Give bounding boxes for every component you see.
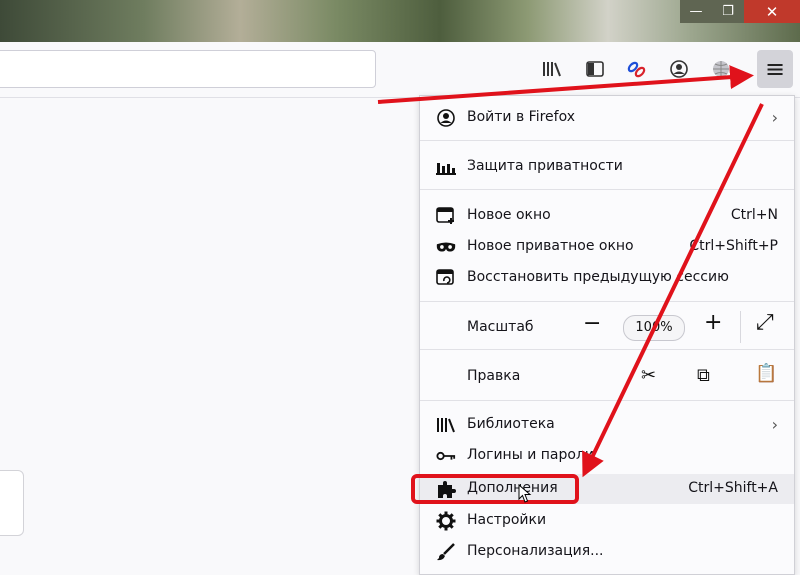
key-icon (436, 447, 456, 465)
content-card (0, 470, 24, 536)
menu-item-privacy-protection[interactable]: Защита приватности (420, 152, 794, 182)
sidebar-icon[interactable] (584, 58, 606, 80)
menu-item-settings[interactable]: Настройки (420, 506, 794, 536)
chevron-right-icon: › (771, 415, 778, 434)
menu-item-shortcut: Ctrl+N (730, 207, 778, 223)
library-icon[interactable] (541, 58, 563, 80)
zoom-in-button[interactable]: + (704, 310, 722, 335)
menu-separator (420, 400, 794, 401)
account-icon[interactable] (668, 58, 690, 80)
maximize-button[interactable]: ❐ (712, 0, 744, 23)
menu-item-new-private-window[interactable]: Новое приватное окно Ctrl+Shift+P (420, 232, 794, 262)
zoom-row: Масштаб (420, 313, 794, 343)
close-button[interactable]: ✕ (744, 0, 800, 23)
cut-button[interactable]: ✂ (641, 365, 656, 386)
account-icon (436, 109, 456, 127)
menu-item-label: Новое приватное окно (467, 238, 634, 254)
menu-item-label: Библиотека (467, 416, 555, 432)
globe-icon[interactable] (710, 58, 732, 80)
title-bar: — ❐ ✕ (0, 0, 800, 42)
menu-item-label: Защита приватности (467, 158, 623, 174)
copy-button[interactable]: ⧉ (697, 365, 710, 386)
gear-icon (436, 511, 456, 531)
menu-item-shortcut: Ctrl+Shift+A (688, 480, 778, 496)
minimize-button[interactable]: — (680, 0, 712, 23)
zoom-reset-button[interactable]: 100% (623, 315, 685, 341)
restore-session-icon (436, 269, 456, 287)
chevron-right-icon: › (771, 108, 778, 127)
menu-item-restore-session[interactable]: Восстановить предыдущую сессию (420, 263, 794, 293)
brush-icon (436, 543, 456, 561)
menu-item-label: Персонализация... (467, 543, 604, 559)
menu-item-label: Войти в Firefox (467, 109, 576, 125)
menu-item-label: Новое окно (467, 207, 551, 223)
menu-separator (420, 189, 794, 190)
edit-row: Правка (420, 362, 794, 392)
library-icon (436, 416, 456, 434)
open-menu-button[interactable]: ≡ (757, 50, 793, 88)
menu-item-sign-in[interactable]: Войти в Firefox › (420, 103, 794, 133)
link-icon[interactable] (626, 58, 648, 80)
edit-label: Правка (467, 368, 521, 384)
menu-item-label: Логины и пароли (467, 447, 594, 463)
menu-item-library[interactable]: Библиотека › (420, 410, 794, 440)
zoom-out-button[interactable]: − (583, 311, 601, 336)
mouse-cursor-icon (518, 484, 532, 503)
navigation-toolbar: ≡ (0, 42, 800, 98)
menu-separator (420, 140, 794, 141)
menu-item-new-window[interactable]: Новое окно Ctrl+N (420, 201, 794, 231)
new-window-icon (436, 207, 456, 225)
menu-item-label: Восстановить предыдущую сессию (467, 269, 729, 285)
menu-item-customize[interactable]: Персонализация... (420, 537, 794, 567)
zoom-divider (740, 311, 741, 343)
private-mask-icon (436, 238, 456, 256)
menu-item-shortcut: Ctrl+Shift+P (689, 238, 778, 254)
window-controls: — ❐ ✕ (680, 0, 800, 23)
paste-button[interactable]: 📋 (755, 363, 777, 384)
annotation-highlight-box (411, 474, 579, 504)
menu-separator (420, 349, 794, 350)
menu-separator (420, 301, 794, 302)
fullscreen-button[interactable]: ⤢ (756, 310, 774, 335)
privacy-icon (436, 158, 456, 176)
url-bar[interactable] (0, 50, 376, 88)
menu-item-logins-passwords[interactable]: Логины и пароли (420, 441, 794, 471)
menu-item-label: Настройки (467, 512, 547, 528)
zoom-label: Масштаб (467, 319, 534, 335)
